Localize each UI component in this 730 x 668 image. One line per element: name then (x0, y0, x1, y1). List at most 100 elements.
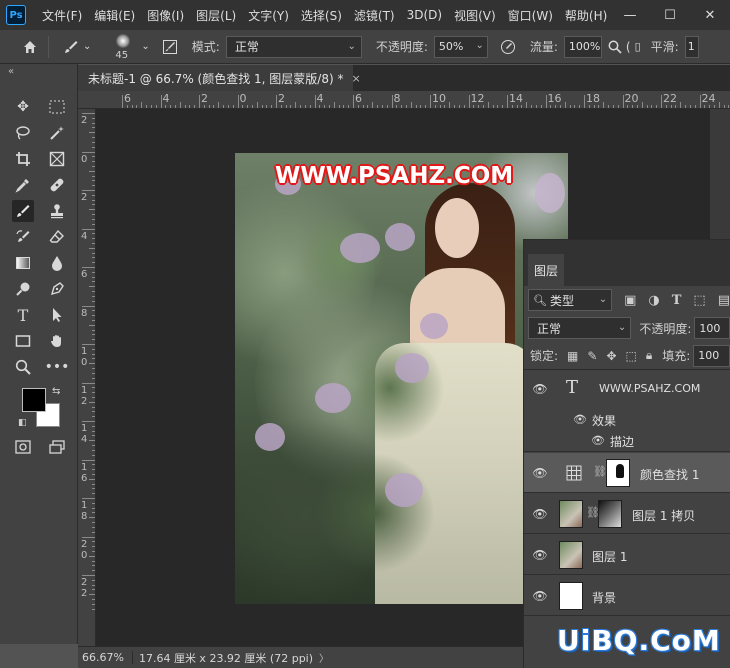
mode-select[interactable]: 正常 ⌄ (225, 35, 362, 58)
maximize-button[interactable]: ☐ (650, 0, 690, 30)
filter-type-icon[interactable]: T (672, 293, 682, 308)
lock-transparent-icon[interactable]: ▦ (567, 349, 578, 363)
type-tool-icon[interactable]: T (12, 304, 34, 326)
visibility-eye-icon[interactable]: 👁︎ (532, 506, 548, 522)
default-colors-icon[interactable]: ◧ (18, 418, 27, 428)
zoom-level[interactable]: 66.67% (82, 651, 133, 664)
menu-edit[interactable]: 编辑(E) (88, 7, 141, 24)
screen-mode-icon[interactable] (46, 436, 68, 458)
visibility-eye-icon[interactable]: 👁︎ (532, 381, 548, 397)
move-tool-icon[interactable]: ✥ (12, 96, 34, 118)
visibility-eye-icon[interactable]: 👁︎ (532, 588, 548, 604)
menu-type[interactable]: 文字(Y) (242, 7, 295, 24)
visibility-eye-icon[interactable]: 👁︎ (572, 411, 588, 427)
layer-thumbnail[interactable] (559, 541, 583, 569)
chevron-down-icon[interactable]: ⌄ (83, 41, 91, 52)
more-tools-icon[interactable]: ••• (45, 356, 70, 378)
menu-window[interactable]: 窗口(W) (502, 7, 559, 24)
lasso-tool-icon[interactable] (12, 122, 34, 144)
foreground-color-swatch[interactable] (22, 388, 46, 412)
eyedropper-icon[interactable] (12, 174, 34, 196)
document-tab[interactable]: 未标题-1 @ 66.7% (颜色查找 1, 图层蒙版/8) * × (78, 65, 361, 91)
filter-pixel-icon[interactable]: ▣ (624, 293, 636, 308)
chevron-down-icon[interactable]: ⌄ (141, 41, 149, 52)
flow-input[interactable]: 100% (563, 35, 602, 58)
blend-mode-select[interactable]: 正常 ⌄ (528, 317, 632, 339)
close-tab-icon[interactable]: × (351, 72, 360, 85)
rectangle-tool-icon[interactable] (12, 330, 34, 352)
airbrush-box-icon[interactable]: ▯ (635, 40, 641, 53)
menu-image[interactable]: 图像(I) (141, 7, 190, 24)
opacity-input[interactable]: 50% ⌄ (433, 35, 488, 58)
minimize-button[interactable]: — (610, 0, 650, 30)
lock-image-icon[interactable]: ✎ (587, 349, 597, 363)
layer-mask-thumbnail[interactable] (598, 500, 622, 528)
blur-tool-icon[interactable] (46, 252, 68, 274)
crop-tool-icon[interactable] (12, 148, 34, 170)
collapse-panel-icon[interactable]: « (8, 66, 14, 77)
menu-view[interactable]: 视图(V) (448, 7, 502, 24)
layer-effects-row[interactable]: 👁︎ 效果 (524, 410, 730, 429)
layer-filter-select[interactable]: 🔍︎ 类型 ⌄ (528, 289, 613, 311)
eraser-icon[interactable] (46, 226, 68, 248)
lock-artboard-icon[interactable]: ⬚ (626, 349, 637, 363)
layer-filter-value: 类型 (549, 293, 574, 308)
layer-effect-stroke-row[interactable]: 👁︎ 描边 (524, 430, 730, 452)
quick-mask-icon[interactable] (12, 436, 34, 458)
status-menu-icon[interactable]: 〉 (319, 650, 329, 665)
frame-tool-icon[interactable] (46, 148, 68, 170)
visibility-eye-icon[interactable]: 👁︎ (590, 432, 606, 448)
layer-row-color-lookup[interactable]: 👁︎ ⛓︎ 颜色查找 1 (524, 453, 730, 493)
visibility-eye-icon[interactable]: 👁︎ (532, 465, 548, 481)
filter-smart-object-icon[interactable]: ▤ (718, 293, 730, 308)
ruler-minor-tick (564, 102, 566, 108)
lock-all-icon[interactable]: 🔒︎ (646, 348, 652, 363)
layer-opacity-input[interactable]: 100 (694, 317, 730, 339)
brush-tool-icon[interactable] (63, 39, 79, 55)
layers-tab[interactable]: 图层 (528, 254, 564, 286)
brush-tool-icon[interactable] (12, 200, 34, 222)
mask-link-icon[interactable]: ⛓︎ (593, 465, 607, 478)
menu-filter[interactable]: 滤镜(T) (348, 7, 401, 24)
menu-help[interactable]: 帮助(H) (559, 7, 613, 24)
home-icon[interactable] (22, 39, 38, 55)
airbrush-icon[interactable]: ( (626, 40, 631, 54)
layer-row-layer1[interactable]: 👁︎ 图层 1 (524, 535, 730, 575)
pen-tool-icon[interactable] (46, 278, 68, 300)
search-icon: 🔍︎ (533, 293, 547, 307)
clone-stamp-icon[interactable] (46, 200, 68, 222)
pressure-opacity-icon[interactable] (500, 39, 516, 55)
zoom-tool-icon[interactable] (12, 356, 34, 378)
swap-colors-icon[interactable]: ⇆ (52, 386, 60, 397)
history-brush-icon[interactable] (12, 226, 34, 248)
gradient-tool-icon[interactable] (12, 252, 34, 274)
menu-3d[interactable]: 3D(D) (401, 8, 448, 22)
layer-mask-thumbnail[interactable] (606, 459, 630, 487)
brush-preset-picker[interactable]: 45 (113, 32, 135, 62)
magic-wand-icon[interactable] (46, 122, 68, 144)
menu-layer[interactable]: 图层(L) (190, 7, 242, 24)
healing-brush-icon[interactable] (46, 174, 68, 196)
layer-row-background[interactable]: 👁︎ 背景 (524, 576, 730, 616)
brush-settings-icon[interactable] (162, 39, 178, 55)
hand-tool-icon[interactable] (46, 330, 68, 352)
fill-input[interactable]: 100 (693, 344, 730, 367)
menu-file[interactable]: 文件(F) (36, 7, 88, 24)
dodge-tool-icon[interactable] (12, 278, 34, 300)
ruler-tick-label: 12 (470, 92, 485, 105)
menu-select[interactable]: 选择(S) (295, 7, 348, 24)
layer-row-text[interactable]: 👁︎ T WWW.PSAHZ.COM (524, 375, 730, 401)
lock-position-icon[interactable]: ✥ (606, 349, 616, 363)
layer-thumbnail[interactable] (559, 500, 583, 528)
filter-shape-icon[interactable]: ⬚ (693, 293, 705, 308)
layer-row-layer1-copy[interactable]: 👁︎ ⛓︎ 图层 1 拷贝 (524, 494, 730, 534)
path-selection-icon[interactable] (46, 304, 68, 326)
marquee-tool-icon[interactable] (46, 96, 68, 118)
search-icon[interactable] (608, 40, 622, 54)
filter-adjustment-icon[interactable]: ◑ (648, 293, 659, 308)
visibility-eye-icon[interactable]: 👁︎ (532, 547, 548, 563)
close-window-button[interactable]: ✕ (690, 0, 730, 30)
layer-thumbnail[interactable] (559, 582, 583, 610)
document-canvas-image[interactable]: WWW.PSAHZ.COM (235, 153, 568, 604)
smoothing-input[interactable]: 1 (684, 35, 699, 58)
